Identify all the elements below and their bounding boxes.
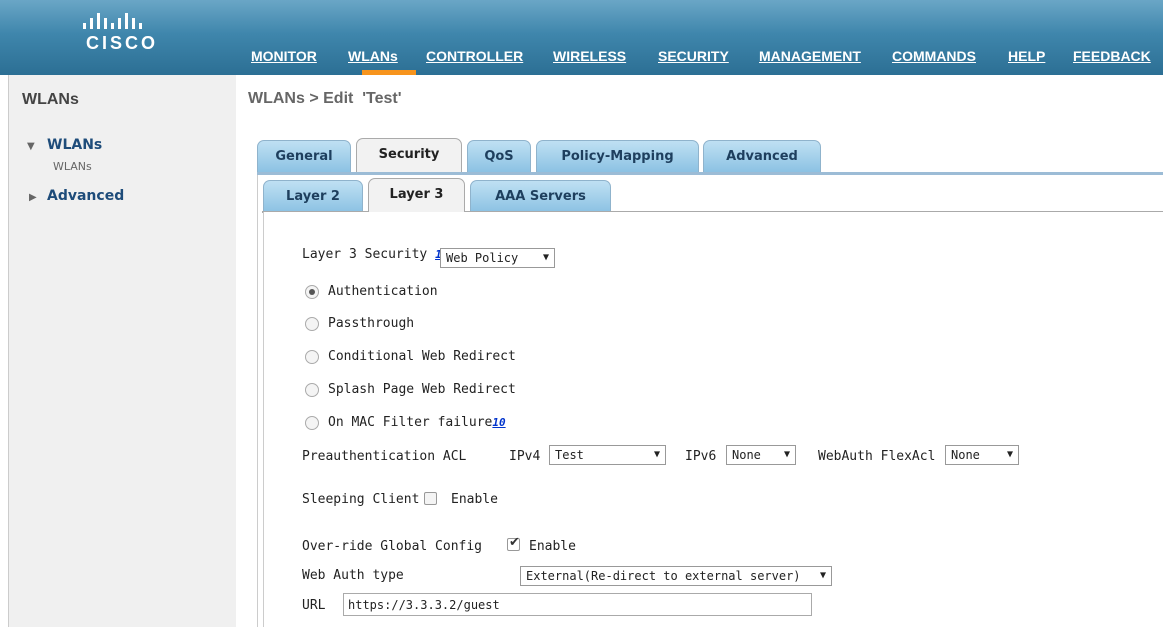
dropdown-arrow-icon: ▼	[542, 252, 549, 263]
nav-management[interactable]: MANAGEMENT	[759, 48, 861, 64]
nav-controller[interactable]: CONTROLLER	[426, 48, 523, 64]
tab-layer-2[interactable]: Layer 2	[263, 180, 363, 212]
webauth-flexacl-label: WebAuth FlexAcl	[818, 449, 936, 464]
radio-splash-page-web-redirect[interactable]	[305, 383, 319, 397]
radio-passthrough[interactable]	[305, 317, 319, 331]
sleeping-client-checkbox[interactable]	[424, 492, 437, 505]
panel-border	[257, 175, 258, 627]
cisco-logo-text: CISCO	[86, 33, 159, 53]
nav-monitor[interactable]: MONITOR	[251, 48, 317, 64]
web-auth-type-label: Web Auth type	[302, 568, 404, 583]
page-title: WLANs > Edit 'Test'	[248, 90, 402, 107]
radio-passthrough-label: Passthrough	[328, 316, 415, 331]
sleeping-client-enable-label: Enable	[451, 492, 498, 507]
tab-policy-mapping[interactable]: Policy-Mapping	[536, 140, 699, 172]
layer3-security-select[interactable]: Web Policy ▼	[440, 248, 555, 268]
nav-commands-label: COMMANDS	[892, 48, 976, 64]
webauth-flexacl-value: None	[951, 448, 980, 462]
web-auth-type-select[interactable]: External(Re-direct to external server) ▼	[520, 566, 832, 586]
sidebar: WLANs ▼ WLANs WLANs ▶ Advanced	[8, 75, 236, 627]
ipv4-label: IPv4	[509, 449, 541, 464]
nav-management-label: MANAGEMENT	[759, 48, 861, 64]
checkmark-icon: ✔	[509, 535, 520, 550]
url-label: URL	[302, 598, 326, 613]
tab-aaa-servers[interactable]: AAA Servers	[470, 180, 611, 212]
ipv6-label: IPv6	[685, 449, 717, 464]
on-mac-filter-failure-text: On MAC Filter failure	[328, 415, 493, 430]
nav-security-label: SECURITY	[658, 48, 729, 64]
radio-conditional-web-redirect[interactable]	[305, 350, 319, 364]
nav-wireless-label: WIRELESS	[553, 48, 627, 64]
nav-help-label: HELP	[1008, 48, 1046, 64]
nav-security[interactable]: SECURITY	[658, 48, 729, 64]
nav-commands[interactable]: COMMANDS	[892, 48, 976, 64]
tab-layer-3[interactable]: Layer 3	[368, 178, 465, 212]
sleeping-client-label: Sleeping Client	[302, 492, 420, 507]
radio-authentication-label: Authentication	[328, 284, 438, 299]
nav-wlans-label: WLANs	[348, 48, 398, 64]
webauth-flexacl-select[interactable]: None ▼	[945, 445, 1019, 465]
dropdown-arrow-icon: ▼	[1006, 449, 1013, 460]
sidebar-title: WLANs	[22, 91, 79, 108]
override-global-config-label: Over-ride Global Config	[302, 539, 483, 554]
top-navigation-bar: CISCO MONITOR WLANs CONTROLLER WIRELESS …	[0, 0, 1163, 75]
override-global-config-enable-label: Enable	[529, 539, 576, 554]
tab-advanced[interactable]: Advanced	[703, 140, 821, 172]
nav-controller-label: CONTROLLER	[426, 48, 524, 64]
tab-row-divider	[257, 172, 1163, 175]
nav-wireless[interactable]: WIRELESS	[553, 48, 626, 64]
ipv4-acl-select[interactable]: Test ▼	[549, 445, 666, 465]
ipv6-acl-value: None	[732, 448, 761, 462]
nav-feedback[interactable]: FEEDBACK	[1073, 48, 1151, 64]
sidebar-item-advanced[interactable]: Advanced	[47, 188, 124, 204]
tab-security[interactable]: Security	[356, 138, 462, 172]
radio-splash-page-web-redirect-label: Splash Page Web Redirect	[328, 382, 516, 397]
expanded-triangle-icon[interactable]: ▼	[27, 141, 35, 152]
preauth-acl-label: Preauthentication ACL	[302, 449, 467, 464]
ipv6-acl-select[interactable]: None ▼	[726, 445, 796, 465]
radio-on-mac-filter-failure-label: On MAC Filter failure10	[328, 415, 506, 430]
nav-monitor-label: MONITOR	[251, 48, 317, 64]
ipv4-acl-value: Test	[555, 448, 584, 462]
layer3-security-label: Layer 3 Security 1	[302, 247, 442, 262]
dropdown-arrow-icon: ▼	[783, 449, 790, 460]
on-mac-filter-footnote-link[interactable]: 10	[492, 416, 505, 429]
nav-wlans[interactable]: WLANs	[348, 48, 398, 64]
tab-general[interactable]: General	[257, 140, 351, 172]
nav-active-indicator	[362, 70, 416, 75]
web-auth-type-value: External(Re-direct to external server)	[526, 569, 801, 583]
dropdown-arrow-icon: ▼	[653, 449, 660, 460]
sidebar-item-wlans[interactable]: WLANs	[47, 137, 102, 153]
radio-authentication[interactable]	[305, 285, 319, 299]
tab-qos[interactable]: QoS	[467, 140, 531, 172]
radio-on-mac-filter-failure[interactable]	[305, 416, 319, 430]
sidebar-subitem-wlans[interactable]: WLANs	[53, 160, 92, 173]
dropdown-arrow-icon: ▼	[819, 570, 826, 581]
layer3-security-label-text: Layer 3 Security	[302, 247, 428, 262]
override-global-config-checkbox[interactable]: ✔	[507, 535, 520, 551]
url-input[interactable]	[343, 593, 812, 616]
radio-conditional-web-redirect-label: Conditional Web Redirect	[328, 349, 516, 364]
collapsed-triangle-icon[interactable]: ▶	[29, 192, 37, 203]
layer3-security-value: Web Policy	[446, 251, 519, 265]
nav-feedback-label: FEEDBACK	[1073, 48, 1151, 64]
nav-help[interactable]: HELP	[1008, 48, 1045, 64]
